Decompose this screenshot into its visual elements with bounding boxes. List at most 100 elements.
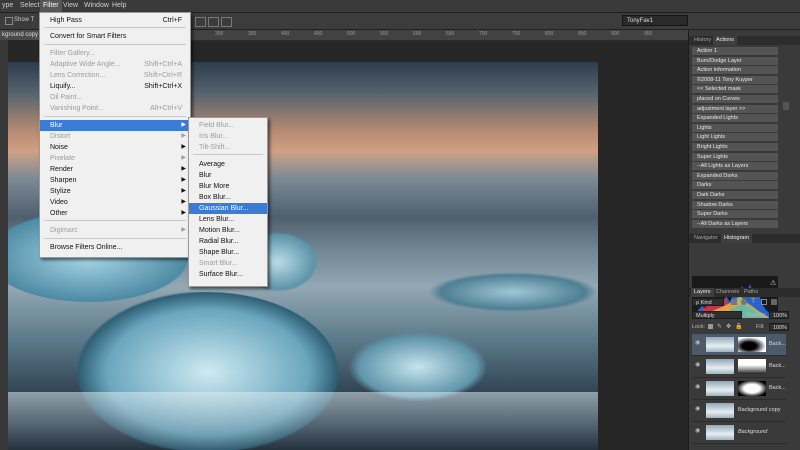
menu-view[interactable]: View: [63, 2, 78, 9]
layer-row[interactable]: ◉ Background: [692, 422, 786, 444]
action-item[interactable]: --All Darks as Layers: [692, 219, 778, 229]
layer-thumbnail: [706, 381, 734, 396]
blur-menu-item-average[interactable]: Average: [189, 159, 267, 170]
action-item[interactable]: Lights: [692, 123, 778, 133]
action-item[interactable]: Bright Lights: [692, 143, 778, 152]
filter-menu-item-convert-for-smart-filters[interactable]: Convert for Smart Filters: [40, 31, 190, 42]
blur-menu-item-blur[interactable]: Blur: [189, 170, 267, 181]
tab-layers[interactable]: Layers: [691, 288, 714, 297]
layer-row[interactable]: ◉ Back...: [692, 334, 786, 356]
actions-scrollbar[interactable]: [783, 102, 789, 110]
filter-menu-item-pixelate: Pixelate ▶: [40, 153, 190, 164]
adjustment-filter-icon[interactable]: [741, 299, 747, 305]
filter-menu-item-stylize[interactable]: Stylize ▶: [40, 186, 190, 197]
visibility-eye-icon[interactable]: ◉: [695, 384, 701, 390]
action-item[interactable]: << Selected mask: [692, 85, 778, 95]
action-item[interactable]: Expanded Darks: [692, 171, 778, 181]
layer-name: Back...: [769, 341, 786, 347]
layer-row[interactable]: ◉ Background copy: [692, 400, 786, 422]
visibility-eye-icon[interactable]: ◉: [695, 428, 701, 434]
action-item[interactable]: Expanded Lights: [692, 114, 778, 124]
tab-paths[interactable]: Paths: [741, 288, 761, 297]
distribute-icon[interactable]: [208, 17, 219, 27]
filter-menu-item-high-pass[interactable]: High Pass Ctrl+F: [40, 15, 190, 26]
arrange-icon[interactable]: [221, 17, 232, 27]
action-item[interactable]: --All Lights as Layers: [692, 162, 778, 172]
menu-separator: [44, 220, 186, 221]
filter-menu-item-video[interactable]: Video ▶: [40, 197, 190, 208]
filter-menu-item-noise[interactable]: Noise ▶: [40, 142, 190, 153]
menu-filter[interactable]: Filter: [40, 0, 62, 12]
tab-channels[interactable]: Channels: [713, 288, 742, 297]
blur-menu-item-motion-blur[interactable]: Motion Blur...: [189, 225, 267, 236]
action-item[interactable]: adjustment layer >>: [692, 104, 778, 114]
layer-row[interactable]: ◉ Back...: [692, 378, 786, 400]
visibility-eye-icon[interactable]: ◉: [695, 406, 701, 412]
blur-menu-item-shape-blur[interactable]: Shape Blur...: [189, 247, 267, 258]
menu-help[interactable]: Help: [112, 2, 126, 9]
filter-menu-item-sharpen[interactable]: Sharpen ▶: [40, 175, 190, 186]
blend-mode-select[interactable]: Multiply: [692, 311, 742, 319]
menu-item-label: Blur: [50, 122, 63, 129]
blur-menu-item-blur-more[interactable]: Blur More: [189, 181, 267, 192]
visibility-eye-icon[interactable]: ◉: [695, 340, 701, 346]
ruler-tick: 700: [479, 31, 488, 37]
action-item[interactable]: Shadow Darks: [692, 200, 778, 210]
filter-menu-item-liquify[interactable]: Liquify... Shift+Ctrl+X: [40, 81, 190, 92]
mist-waves: [8, 392, 598, 450]
layer-kind-filter[interactable]: ρ Kind: [692, 298, 724, 306]
action-item[interactable]: Action 1: [692, 47, 778, 56]
ruler-tick: 350: [248, 31, 257, 37]
fill-input[interactable]: 100%: [769, 323, 789, 331]
workspace-selector[interactable]: TonyFav1: [622, 15, 688, 26]
menu-type[interactable]: ype: [2, 2, 13, 9]
smart-object-filter-icon[interactable]: [771, 299, 777, 305]
lock-all-icon[interactable]: 🔒: [735, 323, 742, 330]
type-filter-icon[interactable]: T: [751, 298, 755, 306]
action-item[interactable]: Super Darks: [692, 210, 778, 220]
lock-transparent-icon[interactable]: [708, 324, 713, 329]
visibility-eye-icon[interactable]: ◉: [695, 362, 701, 368]
layer-name: Back...: [769, 385, 786, 391]
filter-menu-item-render[interactable]: Render ▶: [40, 164, 190, 175]
blur-menu-item-box-blur[interactable]: Box Blur...: [189, 192, 267, 203]
menu-item-shortcut: Alt+Ctrl+V: [150, 105, 182, 112]
filter-menu-item-browse-filters-online[interactable]: Browse Filters Online...: [40, 242, 190, 253]
tab-navigator[interactable]: Navigator: [691, 234, 721, 243]
action-item[interactable]: Burn/Dodge Layer: [692, 56, 778, 66]
action-item[interactable]: Action information: [692, 66, 778, 76]
show-transform-checkbox[interactable]: [5, 17, 13, 25]
action-item[interactable]: Darks: [692, 181, 778, 191]
layer-row[interactable]: ◉ Back...: [692, 356, 786, 378]
blur-menu-item-radial-blur[interactable]: Radial Blur...: [189, 236, 267, 247]
menu-item-label: Digimarc: [50, 227, 78, 234]
pixel-filter-icon[interactable]: [731, 299, 737, 305]
tab-actions[interactable]: Actions: [713, 36, 738, 45]
blur-menu-item-surface-blur[interactable]: Surface Blur...: [189, 269, 267, 280]
layer-mask-thumbnail[interactable]: [738, 381, 766, 396]
lock-position-icon[interactable]: ✥: [726, 323, 731, 330]
layer-mask-thumbnail[interactable]: [738, 359, 766, 374]
opacity-input[interactable]: 100%: [769, 311, 789, 319]
filter-menu-item-blur[interactable]: Blur ▶: [40, 120, 190, 131]
menu-window[interactable]: Window: [84, 2, 109, 9]
blur-menu-item-gaussian-blur[interactable]: Gaussian Blur...: [189, 203, 267, 214]
action-item[interactable]: Light Lights: [692, 133, 778, 143]
layer-mask-thumbnail[interactable]: [738, 337, 766, 352]
menu-separator: [44, 238, 186, 239]
tab-history[interactable]: History: [691, 36, 714, 45]
shape-filter-icon[interactable]: [761, 299, 767, 305]
action-item[interactable]: ©2008-11 Tony Kuyper: [692, 75, 778, 85]
action-item[interactable]: Super Lights: [692, 152, 778, 162]
filter-menu-item-other[interactable]: Other ▶: [40, 208, 190, 219]
navigator-panel-tabs: Navigator Histogram: [689, 234, 800, 243]
align-icon[interactable]: [195, 17, 206, 27]
submenu-arrow-icon: ▶: [181, 155, 186, 161]
blur-menu-item-lens-blur[interactable]: Lens Blur...: [189, 214, 267, 225]
action-item[interactable]: placed on Curves: [692, 95, 778, 104]
action-item[interactable]: Dark Darks: [692, 191, 778, 200]
tab-histogram[interactable]: Histogram: [721, 234, 753, 243]
menu-select[interactable]: Select: [20, 2, 39, 9]
menu-item-label: Stylize: [50, 188, 71, 195]
lock-image-icon[interactable]: ✎: [717, 323, 722, 330]
